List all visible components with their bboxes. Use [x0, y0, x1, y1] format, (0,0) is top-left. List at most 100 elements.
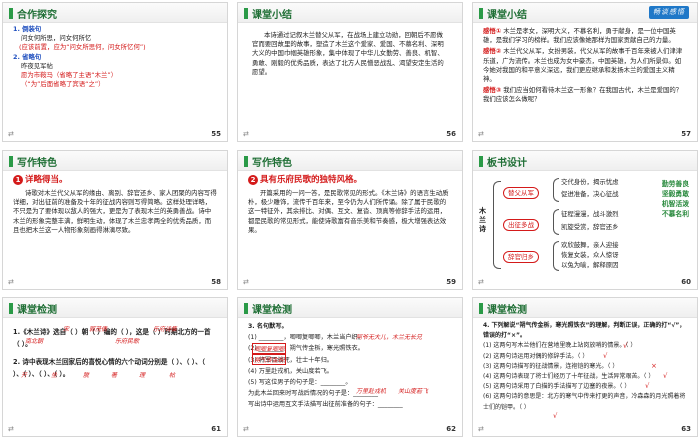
handwritten-answer: 关山度若飞 [398, 388, 429, 395]
slide-title: 课堂小结 [252, 10, 292, 21]
quality-item: 机智活泼 [661, 200, 689, 208]
slide-header: 课堂检测 [3, 298, 227, 318]
handwritten-answer: 乐府诗集 [153, 326, 178, 333]
slide-transition-icon[interactable]: ⇄ [8, 130, 14, 138]
slide-transition-icon[interactable]: ⇄ [243, 278, 249, 286]
slide-number: 60 [681, 278, 691, 286]
board-text: 促进准备，决心征战 [561, 190, 619, 198]
question-line: (5) 这两句诗采用了白描的手法描写了边塞的夜景。（ ） [483, 383, 631, 391]
slide-transition-icon[interactable]: ⇄ [8, 278, 14, 286]
slide-thumbnail-56[interactable]: 课堂小结 本诗通过记叙木兰替父从军，在战场上建立功勋，回朝后不愿做官而要回故里的… [237, 2, 463, 142]
slide-thumbnail-63[interactable]: 课堂检测 4. 下列解说“朔气传金柝，寒光照铁衣”的理解，判断正误，正确的打“√… [472, 297, 698, 437]
insight-item: 感悟③ 我们应当如何看待木兰这一形象？在我国古代，木兰是爱国的？我们应该怎么做呢… [483, 86, 687, 104]
header-accent-bar [9, 156, 13, 167]
handwritten-answer: 唧唧复唧唧 [252, 343, 287, 354]
slide-title: 课堂小结 [487, 10, 527, 21]
insight-text: 木兰是孝女，深明大义，不慕名利，勇于献身，是一位中国英雄，是我们学习的榜样。我们… [483, 27, 676, 45]
slide-number: 56 [446, 130, 456, 138]
slide-sorter-grid: 合作探究 1. 倒装句 问女何所思，问女何所忆 (应该前置，应为“问女所思何，问… [0, 0, 700, 438]
handwritten-answer: 南北朝 [25, 338, 44, 345]
handwritten-answer: 帖 [169, 372, 176, 379]
board-text: 凯旋受赏，辞官还乡 [561, 223, 619, 231]
insight-item: 感悟② 木兰代父从军，女扮男装，代父从军的故事千百年来被人们津津乐道，广为流传。… [483, 47, 687, 84]
slide-number: 63 [681, 425, 691, 433]
slide-header: 写作特色 [3, 151, 227, 171]
slide-body: 本诗通过记叙木兰替父从军，在战场上建立功勋，回朝后不愿做官而要回故里的故事，塑造… [252, 31, 448, 127]
slide-header: 课堂小结 畅谈感悟 [473, 3, 697, 23]
handwritten-answer: 朔气传金柝 [252, 354, 287, 365]
slide-body: 1. 倒装句 问女何所思，问女何所忆 (应该前置，应为“问女所思何，问女所忆何”… [13, 25, 217, 127]
board-vertical-title: 木兰诗 [479, 207, 486, 233]
handwritten-answer: √ [623, 342, 628, 350]
slide-number: 62 [446, 425, 456, 433]
header-accent-bar [479, 8, 483, 19]
text-line: 问女何所思，问女何所忆 [21, 34, 92, 43]
handwritten-answer: 理 [139, 372, 146, 379]
text-line: 1. 倒装句 [13, 25, 42, 33]
feature-paragraph: 诗歌对木兰代父从军的缘由、离别、辞官还乡、家人团聚的内容写得详细，对出征前的准备… [13, 189, 217, 234]
header-accent-bar [244, 8, 248, 19]
board-pill: 替父从军 [503, 187, 539, 199]
slide-thumbnail-60[interactable]: 板书设计 木兰诗 替父从军 出征多战 辞官归乡 交代身份，揭示忧虑 促进准备，决… [472, 150, 698, 290]
header-accent-bar [479, 156, 483, 167]
heading-text: 具有乐府民歌的独特风格。 [260, 175, 363, 185]
slide-header: 写作特色 [238, 151, 462, 171]
slide-number: 57 [681, 130, 691, 138]
slide-transition-icon[interactable]: ⇄ [478, 425, 484, 433]
slide-title: 课堂检测 [252, 305, 292, 316]
board-text: 征程漫漫，战斗激烈 [561, 210, 619, 218]
board-text: 交代身份，揭示忧虑 [561, 178, 619, 186]
slide-thumbnail-58[interactable]: 写作特色 1 详略得当。 诗歌对木兰代父从军的缘由、离别、辞官还乡、家人团聚的内容… [2, 150, 228, 290]
board-text: 欢欣鼓舞，亲人迎接 [561, 241, 619, 249]
question-line: (4) 这两句诗表现了将士们经历了十年征战，生活异常艰苦。（ ） [483, 373, 655, 381]
slide-header: 合作探究 [3, 3, 227, 23]
question-line: (4) 万里赴戎机，关山度若飞。 [248, 367, 333, 375]
handwritten-answer: 坐 [51, 372, 58, 379]
header-accent-bar [244, 156, 248, 167]
slide-transition-icon[interactable]: ⇄ [243, 130, 249, 138]
slide-body: 4. 下列解说“朔气传金柝，寒光照铁衣”的理解，判断正误，正确的打“√”，错误的… [483, 321, 687, 422]
handwritten-answer: √ [603, 352, 608, 360]
question-line: 4. 下列解说“朔气传金柝，寒光照铁衣”的理解，判断正误，正确的打“√”，错误的… [483, 322, 686, 340]
heading-number: 1 [13, 175, 23, 185]
slide-thumbnail-62[interactable]: 课堂检测 3. 名句默写。 (1) ________，唧唧复唧唧，木兰当户织。 … [237, 297, 463, 437]
text-line: 昨夜见军帖 [21, 61, 53, 70]
slide-title: 课堂检测 [17, 305, 57, 316]
feature-heading: 1 详略得当。 [13, 175, 217, 186]
slide-transition-icon[interactable]: ⇄ [8, 425, 14, 433]
slide-transition-icon[interactable]: ⇄ [478, 278, 484, 286]
text-line: 愿为市鞍马（省略了主语“木兰”） [21, 71, 118, 80]
handwritten-answer: √ [663, 372, 668, 380]
question-line: (2) 这两句诗运用对偶的修辞手法。（ ） [483, 352, 589, 360]
board-pill: 辞官归乡 [503, 251, 539, 263]
text-line: 2. 省略句 [13, 52, 42, 61]
inner-brace [553, 209, 559, 235]
insight-label: 感悟③ [483, 86, 502, 95]
header-badge: 畅谈感悟 [649, 6, 689, 19]
slide-thumbnail-55[interactable]: 合作探究 1. 倒装句 问女何所思，问女何所忆 (应该前置，应为“问女所思何，问… [2, 2, 228, 142]
slide-body: 感悟① 木兰是孝女，深明大义，不慕名利，勇于献身，是一位中国英雄，是我们学习的榜… [483, 27, 687, 127]
handwritten-answer: 开 [21, 372, 28, 379]
header-accent-bar [479, 303, 483, 314]
insight-text: 我们应当如何看待木兰这一形象？在我国古代，木兰是爱国的？我们应该怎么做呢？ [483, 86, 683, 104]
slide-thumbnail-59[interactable]: 写作特色 2 具有乐府民歌的独特风格。 开篇采用的一问一答，是民歌常见的形式。《木… [237, 150, 463, 290]
slide-header: 板书设计 [473, 151, 697, 171]
slide-thumbnail-61[interactable]: 课堂检测 1.《木兰诗》选自（ ）朝（ ）编的（ ），这是（ ）时期北方的一首（… [2, 297, 228, 437]
summary-paragraph: 本诗通过记叙木兰替父从军，在战场上建立功勋，回朝后不愿做官而要回故里的故事，塑造… [252, 31, 444, 76]
handwritten-answer: 脱 [83, 372, 90, 379]
slide-thumbnail-57[interactable]: 课堂小结 畅谈感悟 感悟① 木兰是孝女，深明大义，不慕名利，勇于献身，是一位中国… [472, 2, 698, 142]
header-accent-bar [9, 303, 13, 314]
header-accent-bar [9, 8, 13, 19]
slide-transition-icon[interactable]: ⇄ [243, 425, 249, 433]
slide-header: 课堂小结 [238, 3, 462, 23]
handwritten-answer: 万里赴戎机 [356, 388, 387, 395]
board-text: 恢复女装，众人惊讶 [561, 251, 619, 259]
slide-transition-icon[interactable]: ⇄ [478, 130, 484, 138]
slide-title: 写作特色 [17, 158, 57, 169]
handwritten-answer: √ [645, 382, 650, 390]
heading-text: 详略得当。 [25, 175, 68, 185]
handwritten-answer: × [651, 362, 657, 370]
slide-header: 课堂检测 [238, 298, 462, 318]
slide-body: 1 详略得当。 诗歌对木兰代父从军的缘由、离别、辞官还乡、家人团聚的内容写得详细，… [13, 175, 217, 275]
handwritten-answer: 阿爷无大儿，木兰无长兄 [356, 334, 423, 341]
